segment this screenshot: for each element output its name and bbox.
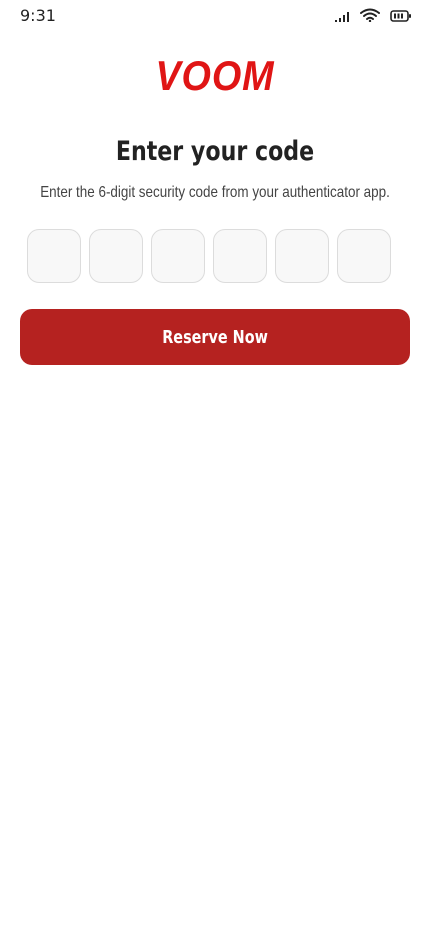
reserve-now-label: Reserve Now: [162, 326, 268, 348]
page-subtitle: Enter the 6-digit security code from you…: [40, 184, 390, 201]
code-digit-6[interactable]: [337, 229, 391, 283]
reserve-now-button[interactable]: Reserve Now: [20, 309, 410, 365]
code-digit-4[interactable]: [213, 229, 267, 283]
code-digit-1[interactable]: [27, 229, 81, 283]
status-bar: 9:31: [0, 0, 430, 32]
battery-icon: [390, 9, 412, 27]
cellular-signal-icon: [334, 9, 350, 27]
page-title: Enter your code: [115, 136, 315, 167]
brand-logo: VOOM: [155, 52, 275, 99]
code-digit-5[interactable]: [275, 229, 329, 283]
wifi-icon: [360, 8, 380, 27]
status-icons: [334, 8, 412, 27]
code-input-group: [27, 229, 391, 283]
code-digit-2[interactable]: [89, 229, 143, 283]
status-time: 9:31: [20, 6, 56, 25]
code-digit-3[interactable]: [151, 229, 205, 283]
